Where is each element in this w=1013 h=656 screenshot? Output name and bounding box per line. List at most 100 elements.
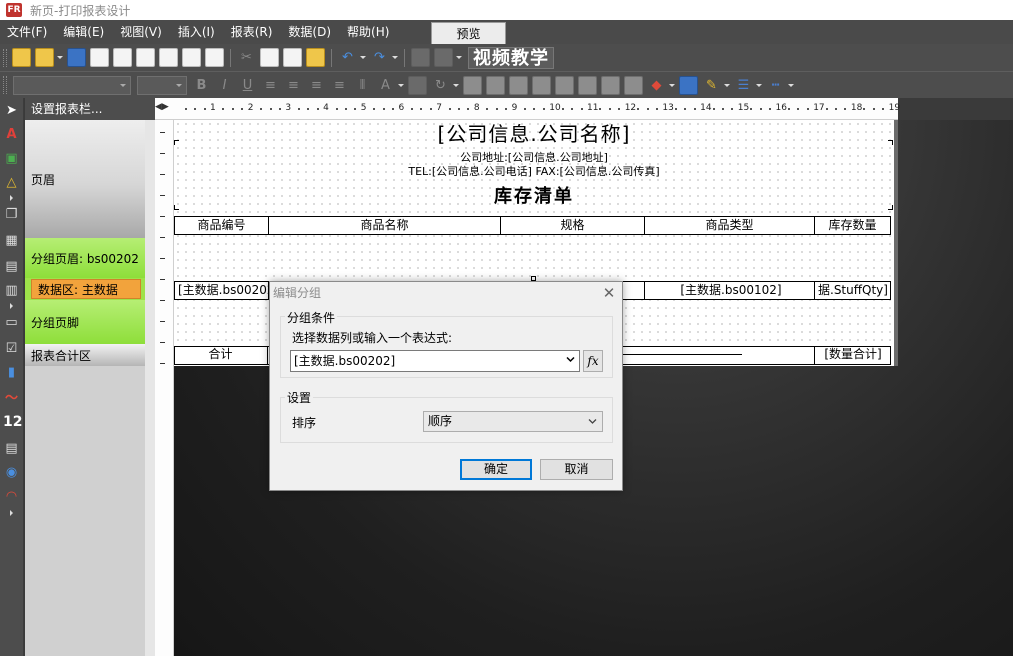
- menu-insert[interactable]: 插入(I): [170, 20, 223, 44]
- checkbox-icon[interactable]: ☑: [3, 340, 20, 357]
- align-right-icon[interactable]: ≡: [307, 76, 326, 95]
- expand-arrow-icon[interactable]: [10, 510, 13, 516]
- band-group-header[interactable]: 分组页眉: bs00202: [25, 238, 145, 278]
- bold-icon[interactable]: B: [192, 76, 211, 95]
- insert-page-icon[interactable]: [159, 48, 178, 67]
- align-left-icon[interactable]: ≡: [261, 76, 280, 95]
- chevron-down-icon[interactable]: [723, 76, 730, 95]
- copy-icon[interactable]: [260, 48, 279, 67]
- font-size-select[interactable]: [137, 75, 187, 95]
- richtext-icon[interactable]: ▭: [3, 314, 20, 331]
- bar-chart-icon[interactable]: ▮: [3, 364, 20, 381]
- italic-icon[interactable]: I: [215, 76, 234, 95]
- justify-icon[interactable]: ≡: [330, 76, 349, 95]
- chevron-down-icon[interactable]: [56, 48, 63, 67]
- number-icon[interactable]: 12: [3, 414, 22, 431]
- selection-handle[interactable]: [888, 205, 893, 210]
- chevron-down-icon[interactable]: [755, 76, 762, 95]
- summary-value[interactable]: [数量合计]: [814, 346, 891, 365]
- column-header[interactable]: 商品名称: [269, 217, 501, 234]
- text-icon[interactable]: A: [3, 126, 20, 143]
- fx-button[interactable]: fx: [583, 350, 603, 372]
- border-top-icon[interactable]: [601, 75, 620, 95]
- underline-icon[interactable]: U: [238, 76, 257, 95]
- menu-help[interactable]: 帮助(H): [339, 20, 397, 44]
- copy-page-icon[interactable]: [90, 48, 109, 67]
- close-icon[interactable]: ✕: [600, 284, 618, 302]
- ruler-arrows-icon[interactable]: ◀▶: [155, 102, 169, 112]
- chevron-down-icon[interactable]: [391, 48, 398, 67]
- chevron-down-icon[interactable]: [787, 76, 794, 95]
- chevron-down-icon[interactable]: [668, 76, 675, 95]
- line-color-icon[interactable]: ✎: [702, 76, 721, 95]
- data-cell[interactable]: [主数据.bs00102]: [645, 282, 815, 299]
- video-tutorial-banner[interactable]: 视频教学: [468, 46, 554, 69]
- pointer-icon[interactable]: ➤: [3, 102, 20, 119]
- menu-edit[interactable]: 编辑(E): [55, 20, 112, 44]
- selection-handle[interactable]: [888, 140, 893, 145]
- column-header[interactable]: 商品类型: [645, 217, 815, 234]
- border-all-icon[interactable]: [486, 75, 505, 95]
- menu-file[interactable]: 文件(F): [0, 20, 55, 44]
- column-header[interactable]: 商品编号: [175, 217, 269, 234]
- gauge-icon[interactable]: ◠: [3, 488, 20, 505]
- border-left-icon[interactable]: [578, 75, 597, 95]
- border-outer-icon[interactable]: [532, 75, 551, 95]
- band-settings-header[interactable]: 设置报表栏...: [25, 98, 155, 120]
- subreport-icon[interactable]: ❐: [3, 206, 20, 223]
- barcode-icon[interactable]: ▥: [3, 282, 20, 299]
- line-style-icon[interactable]: ┅: [766, 76, 785, 95]
- toolbar-grip[interactable]: [3, 76, 7, 94]
- font-color-icon[interactable]: A: [376, 76, 395, 95]
- company-contact-field[interactable]: TEL:[公司信息.公司电话] FAX:[公司信息.公司传真]: [174, 165, 894, 179]
- summary-label[interactable]: 合计: [174, 346, 268, 365]
- chevron-down-icon[interactable]: [359, 48, 366, 67]
- table-icon[interactable]: ▦: [3, 232, 20, 249]
- chevron-down-icon[interactable]: [452, 76, 459, 95]
- selection-handle[interactable]: [174, 205, 179, 210]
- chevron-down-icon[interactable]: [397, 76, 404, 95]
- column-header[interactable]: 规格: [501, 217, 645, 234]
- column-header[interactable]: 库存数量: [815, 217, 890, 234]
- cancel-button[interactable]: 取消: [540, 459, 613, 480]
- menu-report[interactable]: 报表(R): [223, 20, 281, 44]
- rotate-icon[interactable]: ↻: [431, 76, 450, 95]
- fill-color-icon[interactable]: ◆: [647, 76, 666, 95]
- open-folder-icon[interactable]: [35, 48, 54, 67]
- shape-icon[interactable]: △: [3, 174, 20, 191]
- line-width-icon[interactable]: ☰: [734, 76, 753, 95]
- cut-icon[interactable]: ✂: [237, 48, 256, 67]
- expression-input[interactable]: [主数据.bs00202]: [290, 350, 580, 372]
- chevron-down-icon[interactable]: [455, 48, 462, 67]
- border-none-icon[interactable]: [555, 75, 574, 95]
- tab-preview[interactable]: 预览: [431, 22, 506, 44]
- data-cell[interactable]: 据.StuffQty]: [815, 282, 890, 299]
- page-setup-icon[interactable]: [182, 48, 201, 67]
- grid-layout-icon[interactable]: [463, 75, 482, 95]
- data-cell[interactable]: [主数据.bs00202]: [175, 282, 269, 299]
- chevron-down-icon[interactable]: [566, 355, 575, 364]
- line-chart-icon[interactable]: 〜: [3, 390, 20, 407]
- company-address-field[interactable]: 公司地址:[公司信息.公司地址]: [174, 151, 894, 165]
- align-center-icon[interactable]: ≡: [284, 76, 303, 95]
- selection-handle[interactable]: [174, 140, 179, 145]
- format-painter-icon[interactable]: [306, 48, 325, 67]
- ungroup-icon[interactable]: [434, 48, 453, 67]
- undo-icon[interactable]: ↶: [338, 48, 357, 67]
- edit-page-icon[interactable]: [205, 48, 224, 67]
- redo-icon[interactable]: ↷: [370, 48, 389, 67]
- print-preview-icon[interactable]: [113, 48, 132, 67]
- border-custom-icon[interactable]: [624, 75, 643, 95]
- crosstab-icon[interactable]: ▤: [3, 258, 20, 275]
- highlight-icon[interactable]: [408, 75, 427, 95]
- new-report-icon[interactable]: [12, 48, 31, 67]
- label-icon[interactable]: ▤: [3, 440, 20, 457]
- expand-arrow-icon[interactable]: [10, 195, 13, 201]
- band-summary[interactable]: 报表合计区: [25, 344, 145, 366]
- shadow-icon[interactable]: [679, 75, 698, 95]
- band-data[interactable]: 数据区: 主数据: [25, 278, 145, 300]
- new-page-icon[interactable]: [136, 48, 155, 67]
- menu-view[interactable]: 视图(V): [112, 20, 170, 44]
- paste-icon[interactable]: [283, 48, 302, 67]
- sort-select[interactable]: 顺序: [423, 411, 603, 432]
